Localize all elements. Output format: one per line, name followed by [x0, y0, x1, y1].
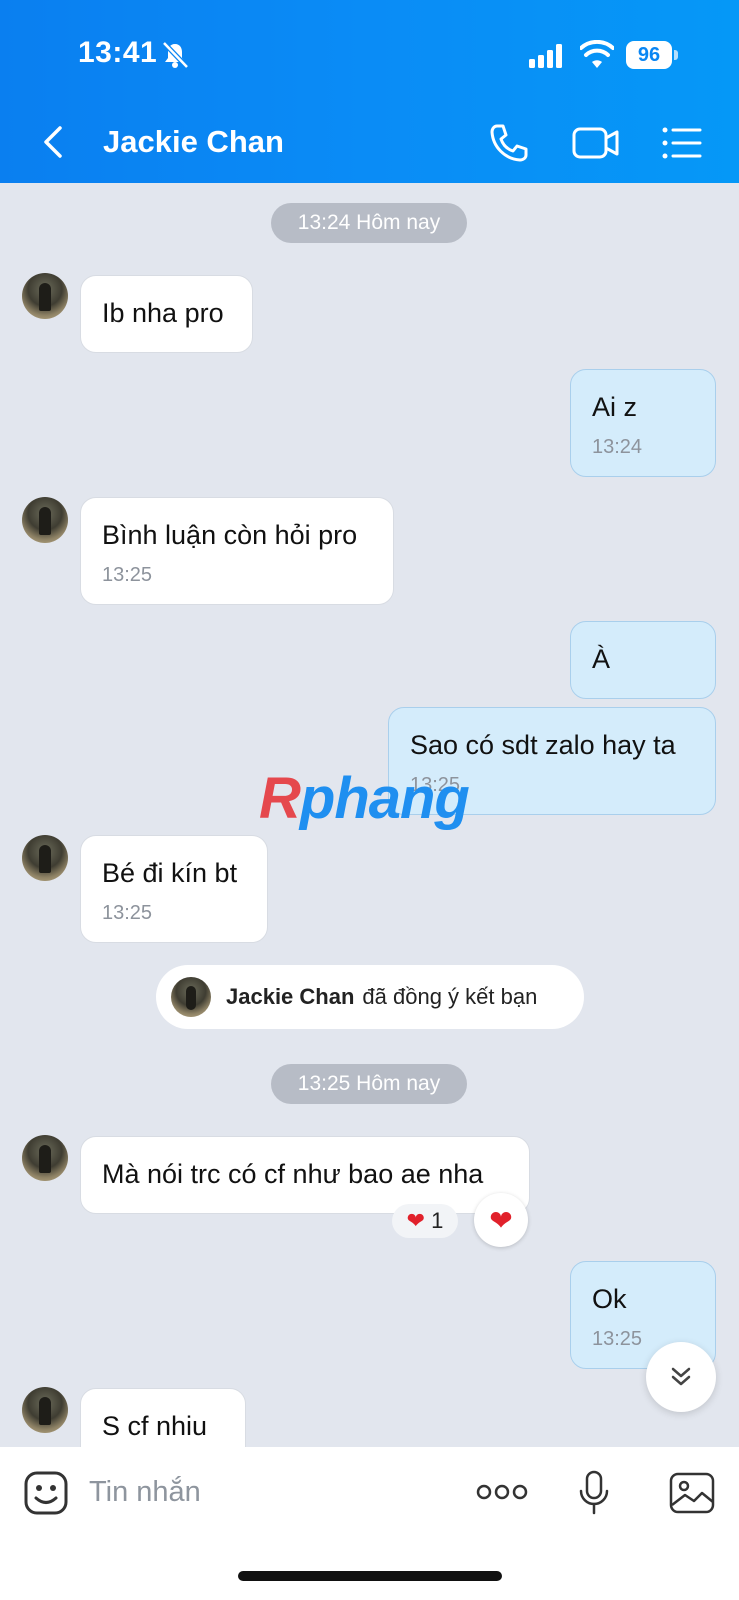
microphone-icon[interactable]	[577, 1469, 611, 1517]
heart-icon: ❤	[406, 1208, 426, 1233]
avatar[interactable]	[22, 497, 68, 543]
incoming-message[interactable]: Bình luận còn hỏi pro 13:25	[80, 497, 394, 605]
message-time: 13:25	[592, 1328, 643, 1350]
message-text: Ib nha pro	[102, 298, 224, 328]
message-time: 13:24	[592, 436, 643, 458]
battery-level: 96	[626, 41, 672, 69]
menu-list-icon[interactable]	[660, 123, 704, 163]
double-chevron-down-icon	[671, 1367, 691, 1386]
message-text: À	[592, 644, 611, 674]
back-arrow-icon[interactable]	[36, 120, 70, 164]
date-separator: 13:24 Hôm nay	[271, 203, 467, 243]
heart-react-button[interactable]: ❤	[474, 1193, 528, 1247]
avatar[interactable]	[22, 835, 68, 881]
system-text: đã đồng ý kết bạn	[362, 984, 538, 1009]
avatar[interactable]	[22, 273, 68, 319]
video-call-icon[interactable]	[571, 123, 621, 163]
message-input[interactable]	[89, 1469, 449, 1515]
avatar[interactable]	[171, 977, 211, 1017]
emoji-sticker-icon[interactable]	[23, 1470, 69, 1516]
bell-muted-icon	[162, 41, 189, 69]
battery-indicator: 96	[626, 41, 678, 69]
reaction-count: 1	[431, 1208, 444, 1233]
wifi-icon	[580, 40, 614, 68]
message-text: Mà nói trc có cf như bao ae nha	[102, 1159, 484, 1189]
more-options-icon[interactable]	[476, 1480, 528, 1504]
phone-call-icon[interactable]	[487, 121, 531, 165]
home-indicator	[238, 1571, 502, 1581]
avatar[interactable]	[22, 1387, 68, 1433]
incoming-message[interactable]: Ib nha pro	[80, 275, 253, 353]
outgoing-message[interactable]: Ai z 13:24	[570, 369, 716, 477]
incoming-message[interactable]: Bé đi kín bt 13:25	[80, 835, 268, 943]
date-separator: 13:25 Hôm nay	[271, 1064, 467, 1104]
scroll-to-bottom-button[interactable]	[646, 1342, 716, 1412]
message-text: Bình luận còn hỏi pro	[102, 520, 358, 550]
image-gallery-icon[interactable]	[668, 1471, 716, 1515]
message-text: S cf nhiu	[102, 1411, 208, 1441]
system-contact-name: Jackie Chan	[226, 984, 355, 1009]
contact-name[interactable]: Jackie Chan	[103, 124, 284, 160]
battery-tip	[674, 50, 678, 60]
status-time: 13:41	[78, 36, 158, 69]
message-text: Sao có sdt zalo hay ta	[410, 730, 676, 760]
message-text: Bé đi kín bt	[102, 858, 238, 888]
incoming-message[interactable]: Mà nói trc có cf như bao ae nha	[80, 1136, 530, 1214]
friend-accepted-notice: Jackie Chan đã đồng ý kết bạn	[156, 965, 584, 1029]
outgoing-message[interactable]: À	[570, 621, 716, 699]
message-text: Ok	[592, 1284, 627, 1314]
message-time: 13:25	[102, 564, 153, 586]
cellular-signal-icon	[529, 44, 562, 68]
message-time: 13:25	[102, 902, 153, 924]
reaction-summary[interactable]: ❤ 1	[392, 1204, 458, 1238]
chat-header: 13:41 96 Jackie Chan	[0, 0, 739, 183]
watermark-logo: Rphang	[259, 766, 470, 831]
heart-icon: ❤	[489, 1204, 513, 1236]
message-text: Ai z	[592, 392, 638, 422]
avatar[interactable]	[22, 1135, 68, 1181]
